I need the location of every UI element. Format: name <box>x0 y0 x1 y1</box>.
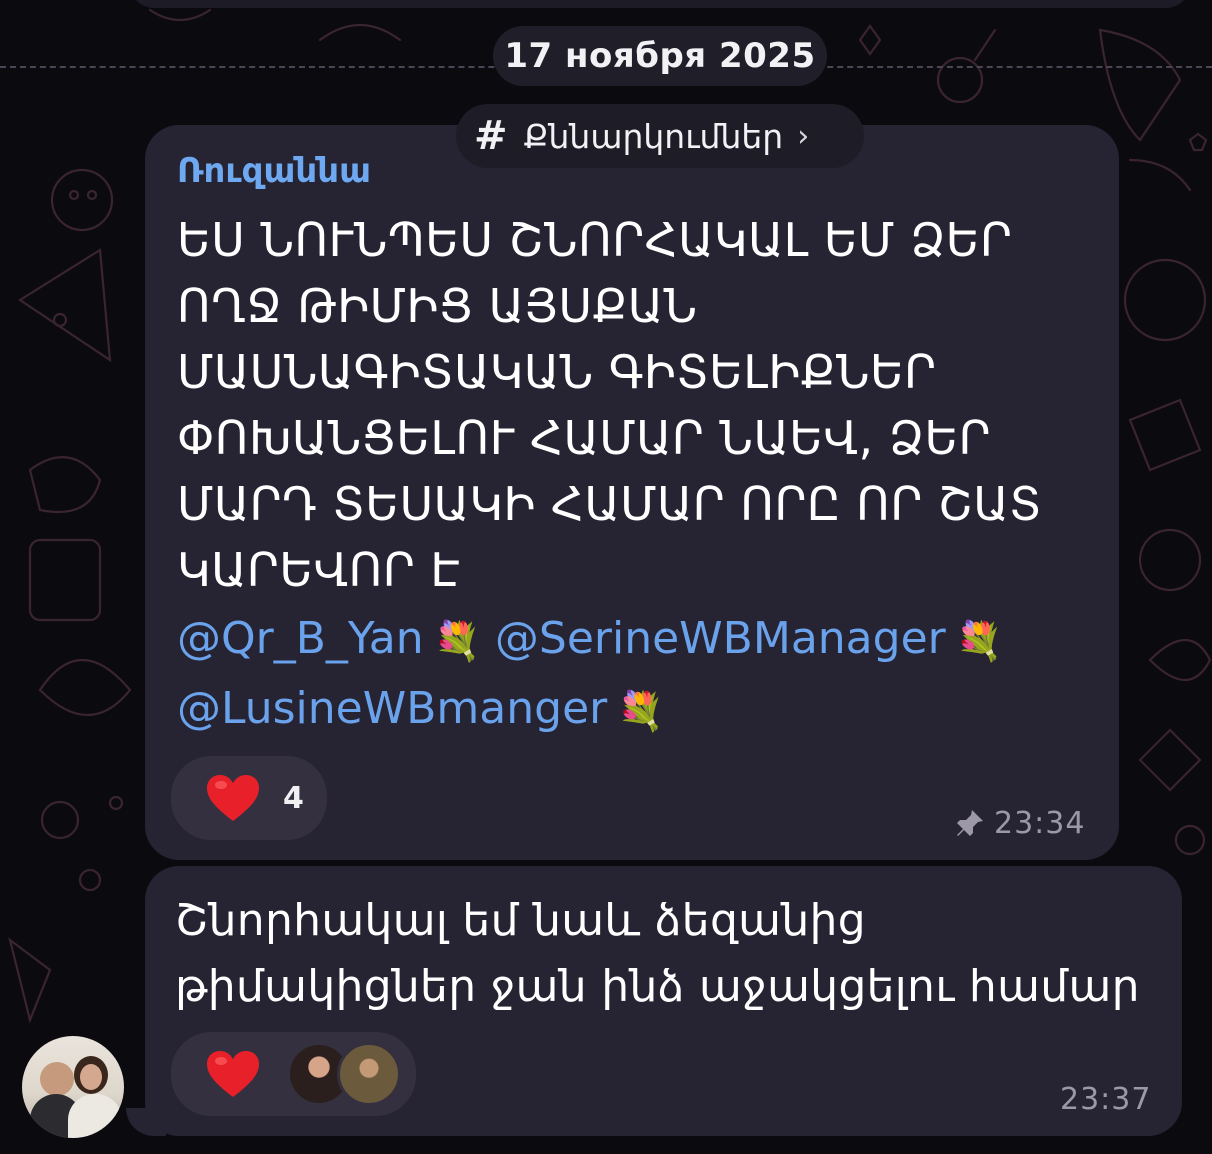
reactor-avatars <box>287 1042 401 1106</box>
message-bubble[interactable]: Ռուզաննա ԵՍ ՆՈՒՆՊԵՍ ՇՆՈՐՀԱԿԱԼ ԵՄ ՁԵՐ ՈՂՋ… <box>145 125 1119 860</box>
bouquet-icon: 💐 <box>617 689 665 733</box>
mention-link[interactable]: @LusineWBmanger <box>177 683 607 734</box>
message-text: ԵՍ ՆՈՒՆՊԵՍ ՇՆՈՐՀԱԿԱԼ ԵՄ ՁԵՐ ՈՂՋ ԹԻՄԻՑ ԱՅ… <box>177 213 1042 597</box>
bouquet-icon: 💐 <box>955 619 1004 663</box>
mention-link[interactable]: @SerineWBManager <box>495 613 946 664</box>
previous-message-bubble <box>130 0 1190 8</box>
topic-link-button[interactable]: # Քննարկումներ › <box>456 104 864 168</box>
reaction-count: 4 <box>283 780 304 816</box>
reaction-chip[interactable] <box>171 1032 416 1116</box>
date-separator: 17 ноября 2025 <box>493 26 827 86</box>
reactor-avatar[interactable] <box>337 1042 401 1106</box>
mention-link[interactable]: @Qr_B_Yan <box>177 613 424 664</box>
bouquet-icon: 💐 <box>433 619 481 663</box>
hash-icon: # <box>474 113 508 159</box>
message-text: Շնորհակալ եմ նաև ձեզանից թիմակիցներ ջան … <box>175 895 1140 1012</box>
mentions-line: @Qr_B_Yan 💐 @SerineWBManager 💐 @LusineWBman… <box>177 605 1097 745</box>
pin-icon <box>957 810 983 836</box>
message-time: 23:37 <box>1060 1082 1152 1117</box>
chevron-right-icon: › <box>797 118 810 154</box>
reaction-chip[interactable]: 4 <box>171 756 327 840</box>
topic-label: Քննարկումներ <box>523 116 784 156</box>
avatar[interactable] <box>22 1036 124 1138</box>
heart-icon <box>207 775 259 821</box>
message-time: 23:34 <box>994 806 1086 841</box>
heart-icon <box>207 1051 259 1097</box>
